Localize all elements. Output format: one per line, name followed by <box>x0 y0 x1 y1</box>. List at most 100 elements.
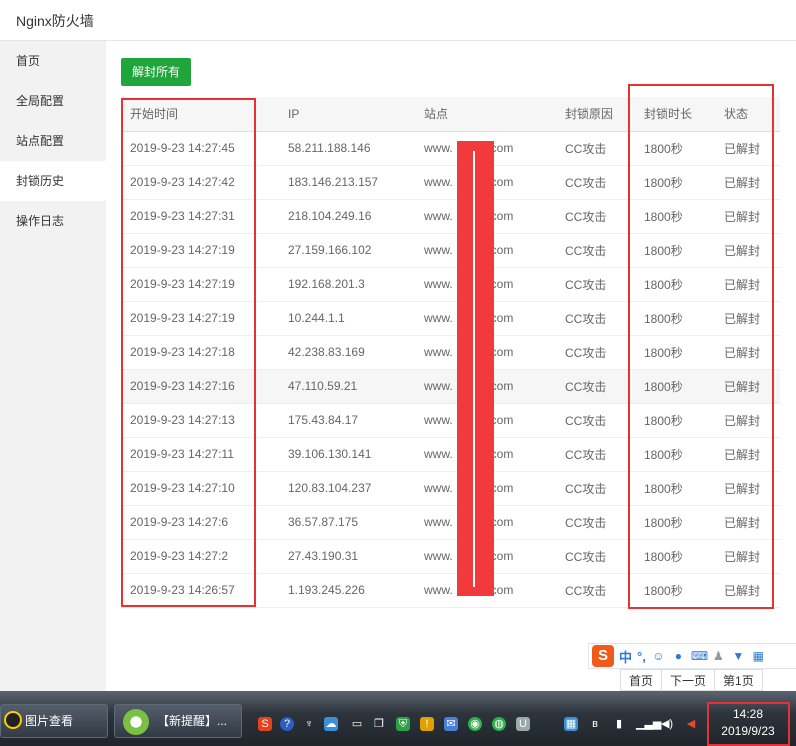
bluetooth-tray-icon[interactable]: ʙ <box>588 717 602 731</box>
header-ip: IP <box>279 97 415 132</box>
site-prefix: www. <box>424 515 453 529</box>
cell-site: www. com <box>415 199 556 234</box>
copy-tray-icon[interactable]: ❐ <box>372 717 386 731</box>
site-suffix: com <box>490 515 514 529</box>
sidebar-item-site-config[interactable]: 站点配置 <box>0 121 106 161</box>
cell-start-time: 2019-9-23 14:27:10 <box>121 471 279 506</box>
cell-site: www. com <box>415 233 556 268</box>
cell-status: 已解封 <box>715 267 780 302</box>
table-row: 2019-9-23 14:27:45 58.211.188.146 www. com C… <box>121 131 780 166</box>
cell-block-reason: CC攻击 <box>556 131 635 166</box>
sidebar-item-global-config[interactable]: 全局配置 <box>0 81 106 121</box>
cell-ip: 218.104.249.16 <box>279 199 415 234</box>
unblock-all-button[interactable]: 解封所有 <box>121 58 192 86</box>
cell-ip: 27.159.166.102 <box>279 233 415 268</box>
table-row: 2019-9-23 14:27:11 39.106.130.141 www. com C… <box>121 437 780 472</box>
table-row: 2019-9-23 14:27:18 42.238.83.169 www. com CC… <box>121 335 780 370</box>
sidebar-item-operation-log[interactable]: 操作日志 <box>0 201 106 241</box>
usb-tray-icon[interactable]: ♆ <box>302 717 316 731</box>
site-suffix: com <box>490 413 514 427</box>
cell-ip: 27.43.190.31 <box>279 539 415 574</box>
cell-start-time: 2019-9-23 14:27:16 <box>121 369 279 404</box>
cell-site: www. com <box>415 335 556 370</box>
window-title: Nginx防火墙 <box>16 13 94 29</box>
warning-tray-icon[interactable]: ! <box>420 717 434 731</box>
cell-site: www. com <box>415 131 556 166</box>
device-tray-icon[interactable]: ▮ <box>612 717 626 731</box>
cell-block-reason: CC攻击 <box>556 301 635 336</box>
block-history-table: 开始时间 IP 站点 封锁原因 封锁时长 状态 2019-9-23 14:27:… <box>121 97 780 608</box>
cell-ip: 1.193.245.226 <box>279 573 415 608</box>
cell-block-reason: CC攻击 <box>556 403 635 438</box>
signal-tray-icon[interactable]: ▁▃▅ <box>636 717 661 731</box>
speaker-tray-icon[interactable]: ◀ <box>684 717 698 731</box>
cell-site: www. com <box>415 403 556 438</box>
cell-start-time: 2019-9-23 14:27:31 <box>121 199 279 234</box>
site-prefix: www. <box>424 311 453 325</box>
cell-site: www. com <box>415 573 556 608</box>
taskbar-clock[interactable]: 14:28 2019/9/23 <box>709 703 787 743</box>
cloud-tray-icon[interactable]: ☁ <box>324 717 338 731</box>
ime-keyboard-icon[interactable]: ⌨ <box>691 649 708 664</box>
cell-block-duration: 1800秒 <box>635 199 715 234</box>
pager-next-page[interactable]: 下一页 <box>661 669 716 691</box>
ime-menu-icon[interactable]: ▦ <box>751 649 766 664</box>
table-header-row: 开始时间 IP 站点 封锁原因 封锁时长 状态 <box>121 97 780 132</box>
ime-user-icon[interactable]: ♟ <box>711 649 726 664</box>
site-suffix: com <box>490 311 514 325</box>
cell-site: www. com <box>415 165 556 200</box>
ime-logo-icon[interactable]: S <box>592 645 614 667</box>
help-tray-icon[interactable]: ? <box>280 717 294 731</box>
cell-block-duration: 1800秒 <box>635 165 715 200</box>
cell-block-reason: CC攻击 <box>556 165 635 200</box>
cell-status: 已解封 <box>715 199 780 234</box>
shield-tray-icon[interactable]: ⛨ <box>396 717 410 731</box>
wechat-tray-icon[interactable]: ◍ <box>492 717 506 731</box>
network-tray-icon[interactable]: ▦ <box>564 717 578 731</box>
cell-block-duration: 1800秒 <box>635 437 715 472</box>
site-prefix: www. <box>424 583 453 597</box>
site-suffix: com <box>490 345 514 359</box>
site-prefix: www. <box>424 549 453 563</box>
cell-start-time: 2019-9-23 14:27:19 <box>121 233 279 268</box>
cell-status: 已解封 <box>715 471 780 506</box>
pager-current-page: 第1页 <box>714 669 763 691</box>
cell-block-duration: 1800秒 <box>635 573 715 608</box>
cell-site: www. com <box>415 369 556 404</box>
ime-voice-icon[interactable]: ● <box>671 649 686 664</box>
u-tray-icon[interactable]: U <box>516 717 530 731</box>
volume-tray-icon[interactable]: ◀) <box>660 717 674 731</box>
site-suffix: com <box>490 141 514 155</box>
window-tray-icon[interactable]: ▭ <box>350 717 364 731</box>
cell-start-time: 2019-9-23 14:26:57 <box>121 573 279 608</box>
ime-mode-indicator[interactable]: 中 <box>619 647 632 666</box>
sidebar-item-home[interactable]: 首页 <box>0 41 106 81</box>
site-prefix: www. <box>424 175 453 189</box>
sidebar-item-block-history[interactable]: 封锁历史 <box>0 161 106 201</box>
cell-block-duration: 1800秒 <box>635 131 715 166</box>
ime-punctuation-indicator[interactable]: °, <box>637 649 646 664</box>
clock-date: 2019/9/23 <box>721 724 775 738</box>
cell-status: 已解封 <box>715 505 780 540</box>
header-site: 站点 <box>415 97 556 132</box>
site-prefix: www. <box>424 345 453 359</box>
cell-status: 已解封 <box>715 437 780 472</box>
ime-emoji-icon[interactable]: ☺ <box>651 649 666 664</box>
cell-ip: 42.238.83.169 <box>279 335 415 370</box>
pager-first-page[interactable]: 首页 <box>620 669 663 691</box>
cell-ip: 36.57.87.175 <box>279 505 415 540</box>
header-status: 状态 <box>715 97 780 132</box>
taskbar-task-browser[interactable]: 【新提醒】... <box>114 704 242 738</box>
cell-site: www. com <box>415 267 556 302</box>
mail-tray-icon[interactable]: ✉ <box>444 717 458 731</box>
cell-block-reason: CC攻击 <box>556 505 635 540</box>
cell-block-reason: CC攻击 <box>556 539 635 574</box>
green-app-tray-icon[interactable]: ◉ <box>468 717 482 731</box>
cell-block-reason: CC攻击 <box>556 437 635 472</box>
ime-skin-icon[interactable]: ▼ <box>731 649 746 664</box>
cell-status: 已解封 <box>715 131 780 166</box>
sogou-tray-icon[interactable]: S <box>258 717 272 731</box>
window-title-bar: Nginx防火墙 <box>0 0 796 41</box>
taskbar-task-image-viewer[interactable]: 图片查看 <box>0 704 108 738</box>
cell-status: 已解封 <box>715 233 780 268</box>
